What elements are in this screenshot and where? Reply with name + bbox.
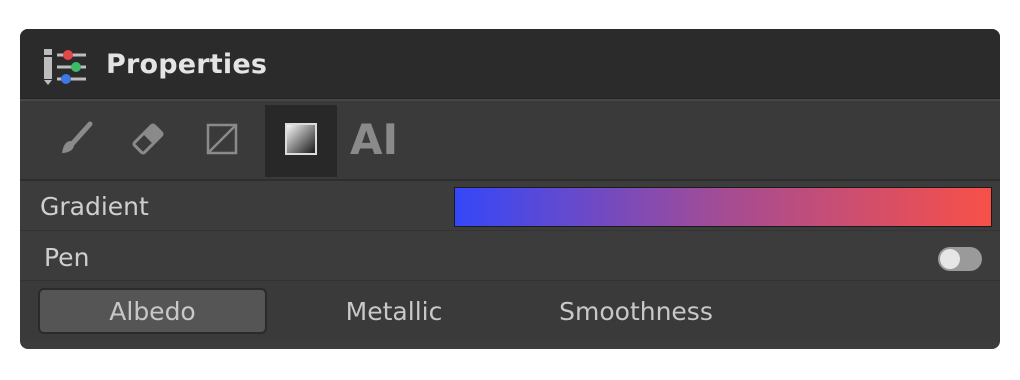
gradient-square-icon [281,119,321,164]
properties-panel: Properties AI Gradient Pen Albedo Metall… [20,29,1000,349]
pen-toggle[interactable] [938,247,982,271]
brush-tool-button[interactable] [40,105,112,177]
clear-tool-button[interactable] [186,105,258,177]
tab-smoothness[interactable]: Smoothness [536,288,736,334]
eraser-icon [128,119,168,164]
slash-box-icon [202,119,242,164]
gradient-label: Gradient [40,192,149,221]
ai-tool-button[interactable]: AI [350,115,398,164]
pen-row: Pen [20,231,1000,281]
panel-title: Properties [106,49,268,80]
tool-bar: AI [20,101,1000,181]
gradient-row: Gradient [20,181,1000,231]
tab-metallic[interactable]: Metallic [320,288,468,334]
title-bar: Properties [20,29,1000,99]
eraser-tool-button[interactable] [112,105,184,177]
toggle-knob [940,249,960,269]
brush-icon [56,119,96,164]
gradient-swatch[interactable] [454,187,992,227]
tab-albedo[interactable]: Albedo [38,288,267,334]
sliders-icon [40,47,90,87]
channel-tabs: Albedo Metallic Smoothness [20,281,1000,341]
gradient-tool-button[interactable] [265,105,337,177]
pen-label: Pen [44,243,90,272]
